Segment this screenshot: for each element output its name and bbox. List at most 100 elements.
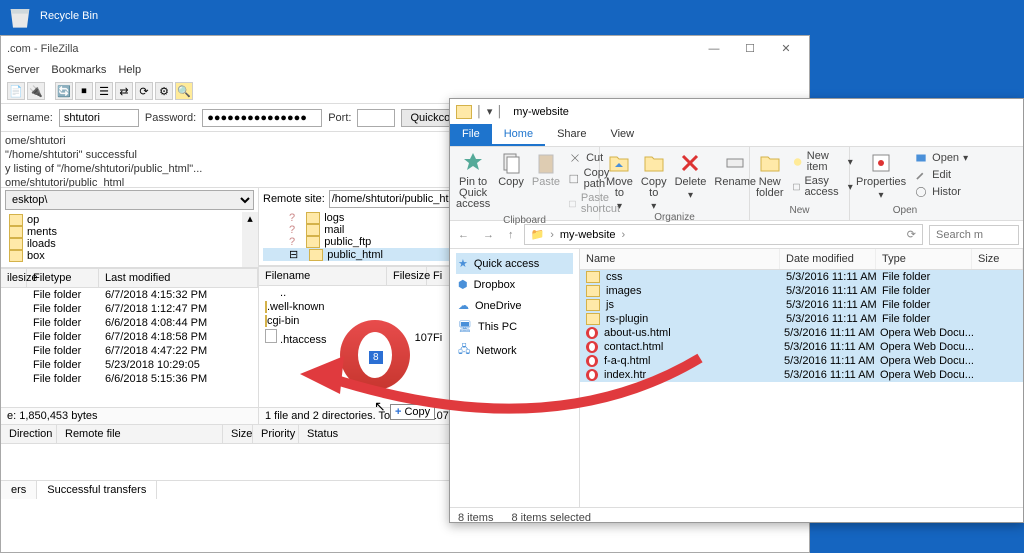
local-row[interactable]: File folder6/6/2018 4:08:44 PM <box>1 316 258 330</box>
file-list[interactable]: css5/3/2016 11:11 AMFile folderimages5/3… <box>580 270 1023 507</box>
ribbon-tabs: File Home Share View <box>450 124 1023 147</box>
local-tree[interactable]: op ments iloads box ▴ <box>1 212 258 268</box>
local-row[interactable]: File folder6/7/2018 1:12:47 PM <box>1 302 258 316</box>
properties-button[interactable]: Properties▾ <box>856 151 906 201</box>
star-icon: ★ <box>458 257 468 270</box>
menu-server[interactable]: Server <box>7 64 39 76</box>
local-file-list[interactable]: File folder6/7/2018 4:15:32 PMFile folde… <box>1 288 258 407</box>
opera-icon <box>586 355 598 367</box>
local-pane: esktop\ op ments iloads box ▴ ilesize Fi… <box>1 188 259 424</box>
refresh-icon[interactable]: ⟳ <box>907 228 916 241</box>
folder-icon <box>456 105 472 119</box>
port-label: Port: <box>328 112 351 124</box>
tb-sitemanager-icon[interactable]: 📄 <box>7 82 25 100</box>
file-row[interactable]: about-us.html5/3/2016 11:11 AMOpera Web … <box>580 326 1023 340</box>
tb-compare-icon[interactable]: ⇄ <box>115 82 133 100</box>
explorer-statusbar: 8 items 8 items selected <box>450 507 1023 528</box>
file-row[interactable]: images5/3/2016 11:11 AMFile folder <box>580 284 1023 298</box>
forward-button[interactable]: → <box>479 229 498 241</box>
port-input[interactable] <box>357 109 395 127</box>
pasteshortcut-button[interactable]: Paste shortcut <box>568 193 625 215</box>
onedrive-icon: ☁ <box>458 299 469 312</box>
username-label: sername: <box>7 112 53 124</box>
file-row[interactable]: css5/3/2016 11:11 AMFile folder <box>580 270 1023 284</box>
local-row[interactable]: File folder6/7/2018 4:18:58 PM <box>1 330 258 344</box>
explorer-titlebar[interactable]: │ ▾ │ my-website <box>450 99 1023 124</box>
explorer-navbar: ← → ↑ 📁 › my-website › ⟳ <box>450 221 1023 249</box>
recycle-bin[interactable]: Recycle Bin <box>6 2 98 30</box>
breadcrumb[interactable]: 📁 › my-website › ⟳ <box>524 224 924 245</box>
local-list-header[interactable]: ilesize Filetype Last modified <box>1 268 258 288</box>
folder-icon <box>586 313 600 325</box>
password-label: Password: <box>145 112 196 124</box>
password-input[interactable] <box>202 109 322 127</box>
explorer-window: │ ▾ │ my-website File Home Share View Pi… <box>449 98 1024 523</box>
menu-help[interactable]: Help <box>118 64 141 76</box>
tab-successful-transfers[interactable]: Successful transfers <box>37 481 157 499</box>
tb-refresh-icon[interactable]: 🔄 <box>55 82 73 100</box>
local-row[interactable]: File folder5/23/2018 10:29:05 <box>1 358 258 372</box>
opera-icon <box>586 327 598 339</box>
network-icon: 🖧 <box>458 341 470 360</box>
pc-icon: 🖥 <box>458 320 472 333</box>
local-row[interactable]: File folder6/7/2018 4:47:22 PM <box>1 344 258 358</box>
sidebar-item-quick-access[interactable]: ★Quick access <box>456 253 573 274</box>
edit-button[interactable]: Edit <box>914 168 968 182</box>
local-path-select[interactable]: esktop\ <box>5 190 254 210</box>
tb-sync-icon[interactable]: ⟳ <box>135 82 153 100</box>
column-headers[interactable]: Name Date modified Type Size <box>580 249 1023 270</box>
copy-button[interactable]: Copy <box>498 151 524 188</box>
menu-bookmarks[interactable]: Bookmarks <box>51 64 106 76</box>
local-status: e: 1,850,453 bytes <box>1 407 258 424</box>
open-button[interactable]: Open▾ <box>914 151 968 165</box>
delete-button[interactable]: Delete▾ <box>675 151 707 201</box>
tab-failed-transfers[interactable]: ers <box>1 481 37 499</box>
newitem-button[interactable]: New item▾ <box>792 151 853 173</box>
sidebar-item-this-pc[interactable]: 🖥This PC <box>456 316 573 337</box>
file-row[interactable]: index.htr5/3/2016 11:11 AMOpera Web Docu… <box>580 368 1023 382</box>
tb-filter-icon[interactable]: ⚙ <box>155 82 173 100</box>
copyto-button[interactable]: Copy to▾ <box>641 151 667 212</box>
remote-site-label: Remote site: <box>263 193 325 205</box>
paste-button[interactable]: Paste <box>532 151 560 188</box>
folder-icon: 📁 <box>531 228 545 241</box>
minimize-button[interactable]: — <box>697 39 731 59</box>
tb-queue-icon[interactable]: ☰ <box>95 82 113 100</box>
sidebar-item-onedrive[interactable]: ☁OneDrive <box>456 295 573 316</box>
filezilla-titlebar[interactable]: .com - FileZilla — ☐ ✕ <box>1 36 809 61</box>
local-row[interactable]: File folder6/6/2018 5:15:36 PM <box>1 372 258 386</box>
sidebar-item-dropbox[interactable]: ⬢Dropbox <box>456 274 573 295</box>
tb-stop-icon[interactable]: ⏹ <box>75 82 93 100</box>
tab-file[interactable]: File <box>450 124 492 146</box>
folder-icon <box>586 271 600 283</box>
explorer-title: my-website <box>513 106 569 118</box>
newfolder-button[interactable]: New folder <box>756 151 784 199</box>
filezilla-title: .com - FileZilla <box>7 43 697 55</box>
tb-connect-icon[interactable]: 🔌 <box>27 82 45 100</box>
tb-search-icon[interactable]: 🔍 <box>175 82 193 100</box>
sidebar-item-network[interactable]: 🖧Network <box>456 337 573 364</box>
tab-view[interactable]: View <box>598 124 646 146</box>
file-row[interactable]: contact.html5/3/2016 11:11 AMOpera Web D… <box>580 340 1023 354</box>
tab-home[interactable]: Home <box>492 124 545 146</box>
opera-icon <box>586 341 598 353</box>
up-button[interactable]: ↑ <box>504 229 518 241</box>
filezilla-menubar: Server Bookmarks Help <box>1 61 809 79</box>
recycle-bin-label: Recycle Bin <box>40 10 98 22</box>
folder-icon <box>586 285 600 297</box>
opera-icon <box>586 369 598 381</box>
tab-share[interactable]: Share <box>545 124 598 146</box>
scrollbar[interactable]: ▴ <box>242 212 258 267</box>
local-row[interactable]: File folder6/7/2018 4:15:32 PM <box>1 288 258 302</box>
maximize-button[interactable]: ☐ <box>733 39 767 59</box>
close-button[interactable]: ✕ <box>769 39 803 59</box>
pin-button[interactable]: Pin to Quick access <box>456 151 490 210</box>
easyaccess-button[interactable]: Easy access▾ <box>792 176 853 198</box>
search-input[interactable] <box>929 225 1019 245</box>
file-row[interactable]: rs-plugin5/3/2016 11:11 AMFile folder <box>580 312 1023 326</box>
username-input[interactable] <box>59 109 139 127</box>
back-button[interactable]: ← <box>454 229 473 241</box>
file-row[interactable]: js5/3/2016 11:11 AMFile folder <box>580 298 1023 312</box>
history-button[interactable]: Histor <box>914 185 968 199</box>
file-row[interactable]: f-a-q.html5/3/2016 11:11 AMOpera Web Doc… <box>580 354 1023 368</box>
